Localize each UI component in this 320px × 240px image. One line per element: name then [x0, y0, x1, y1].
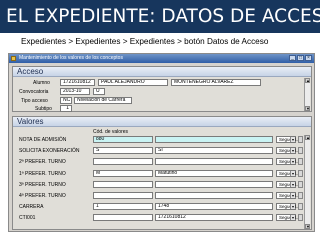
valor-label: 3ª PREFER. TURNO — [19, 181, 66, 188]
chevron-down-icon[interactable]: ▾ — [290, 193, 295, 198]
valores-panel: Valores Cód. de valores NOTA DE ADMISIÓN… — [12, 116, 312, 230]
valor-action-dropdown[interactable]: Segue d... ▾ — [276, 158, 300, 166]
convocatoria-codigo-field[interactable]: U — [93, 88, 105, 95]
valor-row-stepper[interactable] — [298, 136, 303, 143]
chevron-down-icon[interactable]: ▾ — [290, 148, 295, 154]
tipo-acceso-desc-field[interactable]: Nivelación de Carrera — [74, 97, 132, 104]
valor-code-field[interactable] — [93, 158, 153, 166]
valor-desc-field[interactable] — [155, 192, 273, 199]
valor-code-field[interactable]: S — [93, 147, 153, 155]
valor-code-field[interactable] — [93, 214, 153, 222]
valor-row-stepper[interactable] — [298, 158, 303, 166]
chevron-down-icon[interactable]: ▾ — [290, 181, 295, 187]
valor-row-stepper[interactable] — [298, 169, 303, 177]
form-screenshot: Mantenimiento de los valores de los conc… — [8, 53, 315, 232]
valores-column-header: Cód. de valores — [93, 129, 129, 135]
slide-title: EL EXPEDIENTE: DATOS DE ACCESO — [0, 0, 320, 33]
breadcrumb: Expedientes > Expedientes > Expedientes … — [21, 37, 269, 46]
chevron-down-icon[interactable]: ▾ — [290, 204, 295, 210]
valor-desc-field[interactable]: Matutino — [155, 169, 273, 177]
tipo-acceso-codigo-field[interactable]: NC — [60, 97, 72, 104]
minimize-icon[interactable]: _ — [289, 55, 296, 61]
tipo-acceso-label: Tipo acceso — [21, 98, 48, 104]
alumno-nombre-field[interactable]: PAUL ALEJANDRO — [98, 79, 168, 86]
valor-row-stepper[interactable] — [298, 147, 303, 155]
chevron-down-icon[interactable]: ▾ — [290, 137, 295, 142]
scroll-down-icon[interactable]: ▼ — [305, 224, 310, 229]
scroll-up-icon[interactable]: ▲ — [305, 135, 310, 140]
valor-action-dropdown[interactable]: Segue d... ▾ — [276, 147, 300, 155]
subtipo-label: Subtipo — [35, 106, 52, 112]
valores-header: Valores — [13, 117, 311, 127]
valor-code-field[interactable] — [93, 180, 153, 188]
valores-scrollbar[interactable]: ▲ ▼ — [304, 135, 310, 229]
valor-desc-field[interactable]: SI — [155, 147, 273, 155]
valor-row-stepper[interactable] — [298, 203, 303, 211]
valor-action-dropdown[interactable]: Segue d... ▾ — [276, 169, 300, 177]
chevron-down-icon[interactable]: ▾ — [290, 170, 295, 176]
alumno-label: Alumno — [33, 80, 50, 86]
window-app-icon — [11, 56, 16, 61]
valor-action-dropdown[interactable]: Segue d... ▾ — [276, 203, 300, 211]
close-icon[interactable]: × — [305, 55, 312, 61]
valor-code-field[interactable]: M — [93, 169, 153, 177]
acceso-header: Acceso — [13, 67, 311, 77]
valor-label: CTI001 — [19, 215, 36, 222]
valor-label: 4ª PREFER. TURNO — [19, 193, 66, 199]
acceso-panel: Acceso Alumno 17216108​12 PAUL ALEJANDRO… — [12, 66, 312, 112]
window-controls: _ □ × — [289, 55, 312, 61]
valor-label: 1ª PREFER. TURNO — [19, 170, 66, 177]
valor-label: CARRERA — [19, 204, 44, 211]
valor-desc-field[interactable] — [155, 180, 273, 188]
valor-row-stepper[interactable] — [298, 192, 303, 199]
valor-row-stepper[interactable] — [298, 180, 303, 188]
valor-code-field[interactable]: 880 — [93, 136, 153, 143]
valor-label: SOLICITA EXONERACIÓN — [19, 148, 80, 155]
scroll-down-icon[interactable]: ▼ — [305, 106, 310, 111]
convocatoria-label: Convocatoria — [19, 89, 49, 95]
alumno-id-field[interactable]: 17216108​12 — [60, 79, 95, 86]
valor-desc-field[interactable] — [155, 136, 273, 143]
valor-action-dropdown[interactable]: Segue d... ▾ — [276, 192, 300, 199]
alumno-apellidos-field[interactable]: MONTENEGRO ALVAREZ — [171, 79, 261, 86]
valor-desc-field[interactable] — [155, 158, 273, 166]
valor-code-field[interactable]: 1 — [93, 203, 153, 211]
acceso-scrollbar[interactable]: ▲ ▼ — [304, 78, 310, 111]
subtipo-field[interactable]: 1 — [60, 105, 72, 112]
valor-desc-field[interactable]: 1721610812 — [155, 214, 273, 222]
convocatoria-anio-field[interactable]: 2013-10 — [60, 88, 90, 95]
valor-action-dropdown[interactable]: Segue d... ▾ — [276, 136, 300, 143]
valor-label: 2ª PREFER. TURNO — [19, 159, 66, 166]
scroll-up-icon[interactable]: ▲ — [305, 78, 310, 83]
valor-desc-field[interactable]: 1748 — [155, 203, 273, 211]
chevron-down-icon[interactable]: ▾ — [290, 215, 295, 221]
window-title: Mantenimiento de los valores de los conc… — [19, 55, 123, 61]
maximize-icon[interactable]: □ — [297, 55, 304, 61]
chevron-down-icon[interactable]: ▾ — [290, 159, 295, 165]
valor-code-field[interactable] — [93, 192, 153, 199]
valor-action-dropdown[interactable]: Segue d... ▾ — [276, 214, 300, 222]
valor-action-dropdown[interactable]: Segue d... ▾ — [276, 180, 300, 188]
valor-label: NOTA DE ADMISIÓN — [19, 137, 67, 143]
window-title-bar: Mantenimiento de los valores de los conc… — [9, 54, 314, 63]
valor-row-stepper[interactable] — [298, 214, 303, 222]
